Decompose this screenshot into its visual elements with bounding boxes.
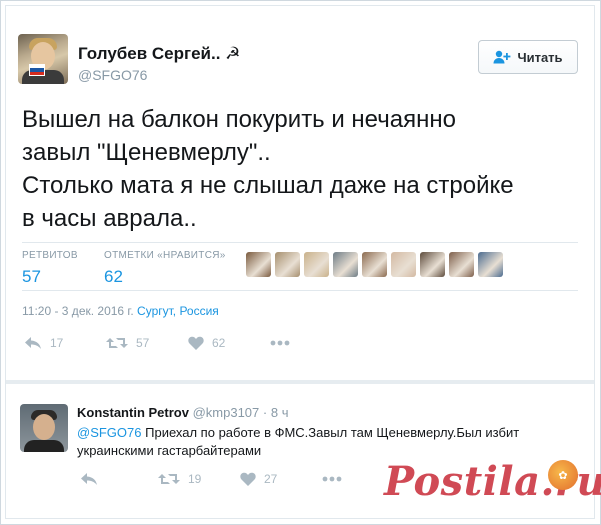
reply-retweet-action[interactable]: 19 (158, 472, 240, 486)
more-icon (322, 476, 342, 482)
reply-more-action[interactable] (322, 476, 342, 482)
tweet-text-line: Вышел на балкон покурить и нечаянно (22, 106, 456, 133)
tweet-text-line: Столько мата я не слышал даже на стройке (22, 172, 514, 199)
like-stat-value: 62 (104, 267, 123, 286)
retweet-action[interactable]: 57 (106, 336, 188, 350)
reply-icon (25, 337, 41, 349)
more-icon (270, 340, 290, 346)
heart-icon (240, 472, 256, 486)
reply-text: @SFGO76 Приехал по работе в ФМС.Завыл та… (77, 424, 567, 460)
reply-action[interactable]: 17 (24, 336, 106, 350)
follow-button[interactable]: Читать (478, 40, 578, 74)
reply-icon (81, 473, 97, 485)
author-handle[interactable]: @SFGO76 (78, 67, 147, 83)
liker-avatar[interactable] (275, 252, 300, 277)
divider (22, 290, 578, 291)
reply-actions: 19 27 (80, 472, 342, 486)
reply-author-name[interactable]: Konstantin Petrov (77, 405, 189, 420)
retweet-stat-label: РЕТВИТОВ (22, 250, 78, 261)
russia-flag-icon (29, 64, 45, 76)
postila-logo-icon: ✿ (548, 460, 578, 490)
reply-count: 17 (50, 336, 64, 350)
tweet-actions: 17 57 62 (24, 336, 290, 350)
liker-avatar[interactable] (304, 252, 329, 277)
author-avatar[interactable] (18, 34, 68, 84)
reply-author-handle[interactable]: @kmp3107 (193, 405, 260, 420)
heart-icon (188, 336, 204, 350)
tweet-meta: 11:20 - 3 дек. 2016 г. Сургут, Россия (22, 304, 219, 318)
reply-header: Konstantin Petrov @kmp3107 · 8 ч (77, 405, 288, 420)
tweet-text: Вышел на балкон покурить и нечаянно завы… (22, 103, 582, 235)
follow-button-label: Читать (517, 49, 563, 65)
tweet-timestamp[interactable]: 11:20 - 3 дек. 2016 г. (22, 304, 134, 318)
like-stat-label: ОТМЕТКИ «НРАВИТСЯ» (104, 250, 226, 261)
reply-mention[interactable]: @SFGO76 (77, 425, 142, 440)
liker-avatars (246, 252, 503, 277)
liker-avatar[interactable] (333, 252, 358, 277)
reply-retweet-count: 19 (188, 472, 202, 486)
author-name[interactable]: Голубев Сергей.. ☭ (78, 44, 240, 64)
liker-avatar[interactable] (420, 252, 445, 277)
reply-text-line: Приехал по работе в ФМС.Завыл там Щеневм… (145, 425, 520, 440)
retweet-stat[interactable]: РЕТВИТОВ 57 (22, 250, 78, 287)
reply-like-count: 27 (264, 472, 278, 486)
liker-avatar[interactable] (362, 252, 387, 277)
add-user-icon (493, 50, 511, 64)
tweet-text-line: в часы аврала.. (22, 205, 197, 232)
like-action[interactable]: 62 (188, 336, 270, 350)
tweet-location[interactable]: Сургут, Россия (137, 304, 219, 318)
like-count: 62 (212, 336, 226, 350)
retweet-count: 57 (136, 336, 150, 350)
reply-author-avatar[interactable] (20, 404, 68, 452)
liker-avatar[interactable] (391, 252, 416, 277)
section-divider (6, 380, 594, 384)
more-action[interactable] (270, 340, 290, 346)
retweet-icon (106, 338, 128, 348)
reply-time[interactable]: · 8 ч (263, 405, 289, 420)
reply-like-action[interactable]: 27 (240, 472, 322, 486)
liker-avatar[interactable] (246, 252, 271, 277)
liker-avatar[interactable] (449, 252, 474, 277)
liker-avatar[interactable] (478, 252, 503, 277)
reply-reply-action[interactable] (80, 472, 158, 486)
like-stat[interactable]: ОТМЕТКИ «НРАВИТСЯ» 62 (104, 250, 226, 287)
retweet-icon (158, 474, 180, 484)
divider (22, 242, 578, 243)
tweet-text-line: завыл "Щеневмерлу".. (22, 139, 271, 166)
retweet-stat-value: 57 (22, 267, 41, 286)
